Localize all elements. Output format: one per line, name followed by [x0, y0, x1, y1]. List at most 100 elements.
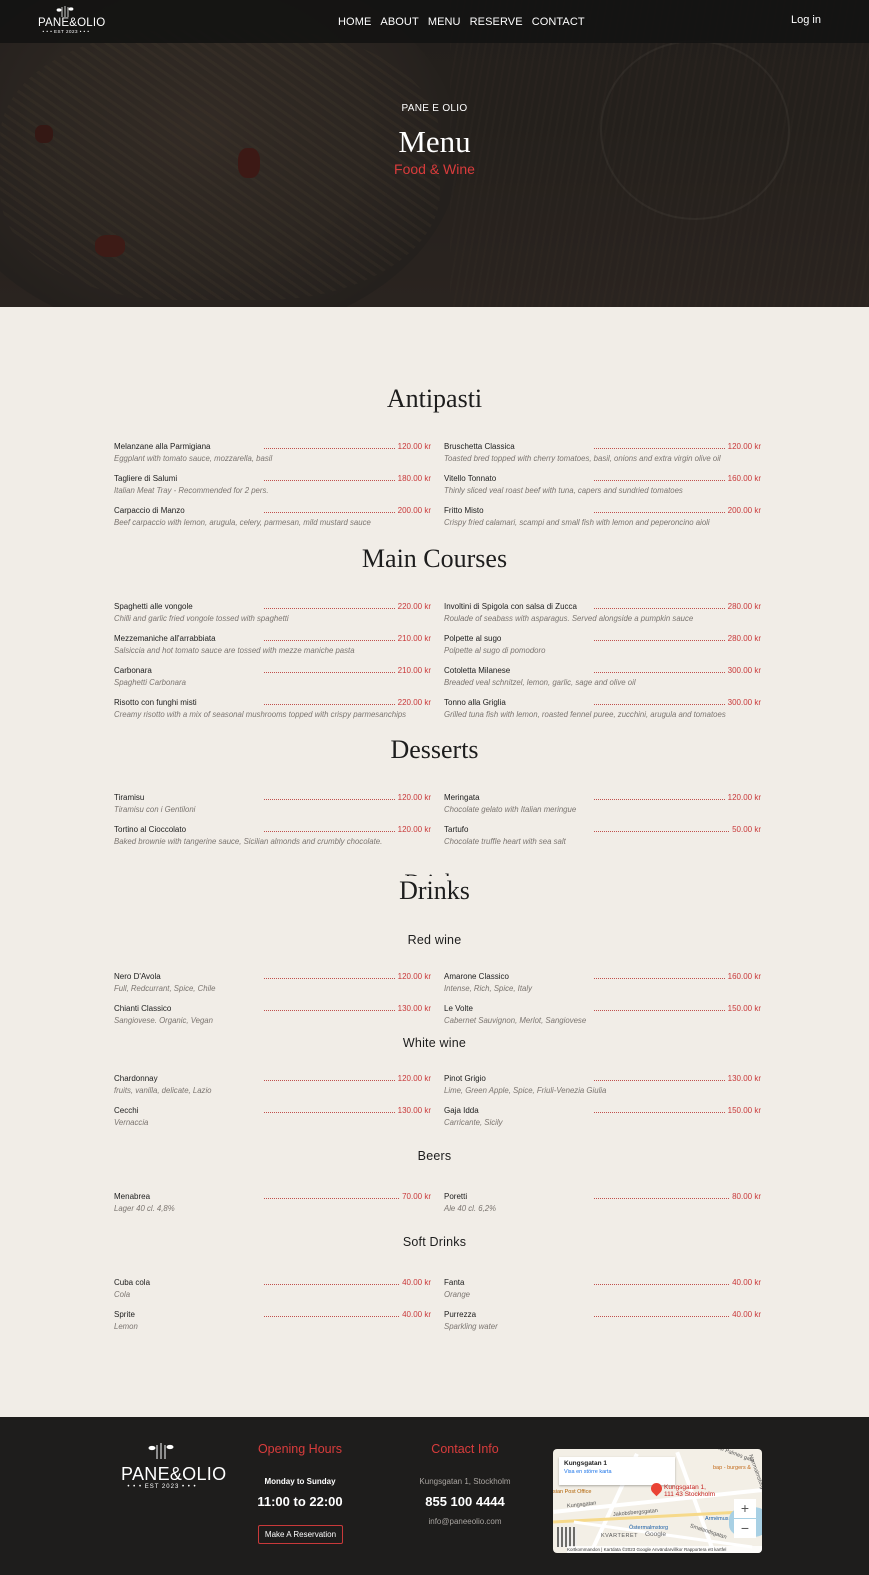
hero-eyebrow: PANE E OLIO: [401, 103, 468, 114]
menu-item-leader: [264, 1284, 399, 1285]
view-larger-map-link[interactable]: Visa en större karta: [564, 1469, 670, 1475]
menu-item: Fritto Misto 200.00 kr Crispy fried calama…: [444, 503, 761, 533]
menu-item-description: Orange: [444, 1290, 471, 1299]
menu-item-name: Poretti: [444, 1192, 468, 1201]
menu-item-leader: [264, 448, 395, 449]
menu-item-description: Crispy fried calamari, scampi and small …: [444, 518, 710, 527]
location-map[interactable]: Olof Palmes gata bap - burgers & sian Po…: [553, 1449, 762, 1553]
footer-logo[interactable]: PANE&OLIO • • • EST 2023 • • •: [121, 1441, 226, 1490]
menu-item-description: Lemon: [114, 1322, 138, 1331]
menu-item-name: Nero D'Avola: [114, 972, 161, 981]
page-title: Menu: [398, 124, 471, 159]
menu-item-description: Beef carpaccio with lemon, arugula, cele…: [114, 518, 371, 527]
menu-item-price: 120.00 kr: [397, 442, 431, 451]
menu-item-name: Tagliere di Salumi: [114, 474, 178, 483]
menu-item-name: Carpaccio di Manzo: [114, 506, 185, 515]
menu-item-description: Vernaccia: [114, 1118, 149, 1127]
menu-item: Cecchi 130.00 kr Vernaccia: [114, 1103, 431, 1133]
menu-item-price: 200.00 kr: [397, 506, 431, 515]
menu-item-price: 120.00 kr: [397, 793, 431, 802]
menu-item-name: Purrezza: [444, 1310, 477, 1319]
menu-item-leader: [264, 1316, 399, 1317]
menu-item-price: 120.00 kr: [397, 972, 431, 981]
contact-email[interactable]: info@paneeolio.com: [405, 1517, 525, 1526]
menu-item: Tartufo 50.00 kr Chocolate truffle heart w…: [444, 822, 761, 852]
menu-item: Tortino al Cioccolato 120.00 kr Baked brow…: [114, 822, 431, 852]
hero-banner: PANE E OLIO Menu Food & Wine: [0, 0, 869, 307]
map-attribution[interactable]: Kortkommandon | Kartdata ©2023 Google An…: [567, 1546, 762, 1553]
top-navbar: PANE&OLIO • • • EST 2023 • • • HOME ABOU…: [0, 0, 869, 43]
menu-item-leader: [594, 831, 729, 832]
qr-code-icon: [557, 1527, 577, 1547]
menu-item-leader: [264, 672, 395, 673]
map-zoom-out-button[interactable]: −: [734, 1519, 756, 1538]
menu-item-description: Breaded veal schnitzel, lemon, garlic, s…: [444, 678, 636, 687]
menu-item-description: Grilled tuna fish with lemon, roasted fe…: [444, 710, 726, 719]
menu-item-description: Spaghetti Carbonara: [114, 678, 186, 687]
menu-item-name: Chianti Classico: [114, 1004, 172, 1013]
menu-item-name: Tonno alla Griglia: [444, 698, 506, 707]
menu-item-description: fruits, vanilla, delicate, Lazio: [114, 1086, 212, 1095]
login-link[interactable]: Log in: [791, 14, 821, 26]
footer-brand-est: • • • EST 2023 • • •: [127, 1484, 197, 1490]
menu-item: Spaghetti alle vongole 220.00 kr Chilli an…: [114, 599, 431, 629]
menu-item: Gaja Idda 150.00 kr Carricante, Sicily: [444, 1103, 761, 1133]
menu-item-description: Chilli and garlic fried vongole tossed w…: [114, 614, 289, 623]
menu-item-leader: [264, 831, 395, 832]
menu-item: Melanzane alla Parmigiana 120.00 kr Eggpla…: [114, 439, 431, 469]
menu-item-price: 50.00 kr: [732, 825, 761, 834]
menu-item-leader: [594, 608, 725, 609]
section-title-antipasti: Antipasti: [386, 384, 483, 413]
menu-item-name: Meringata: [444, 793, 480, 802]
subsection-title-red-wine: Red wine: [407, 933, 462, 947]
menu-item: Pinot Grigio 130.00 kr Lime, Green Apple, …: [444, 1071, 761, 1101]
menu-item-price: 130.00 kr: [397, 1106, 431, 1115]
contact-phone[interactable]: 855 100 4444: [405, 1494, 525, 1509]
menu-item-name: Menabrea: [114, 1192, 151, 1201]
subsection-title-white-wine: White wine: [402, 1036, 467, 1050]
opening-time: 11:00 to 22:00: [257, 1494, 343, 1509]
menu-item-leader: [264, 1080, 395, 1081]
menu-item-leader: [264, 480, 395, 481]
menu-item: Mezzemaniche all'arrabbiata 210.00 kr Sals…: [114, 631, 431, 661]
menu-item-leader: [264, 640, 395, 641]
menu-item: Tiramisu 120.00 kr Tiramisu con i Gentilon…: [114, 790, 431, 820]
menu-item-price: 210.00 kr: [397, 634, 431, 643]
menu-item-leader: [264, 1010, 395, 1011]
menu-item-price: 150.00 kr: [727, 1004, 761, 1013]
menu-item-name: Bruschetta Classica: [444, 442, 515, 451]
brand-logo[interactable]: PANE&OLIO • • • EST 2023 • • •: [38, 5, 105, 37]
nav-home[interactable]: HOME: [338, 16, 371, 28]
menu-item-description: Salsiccia and hot tomato sauce are tosse…: [114, 646, 355, 655]
menu-item-name: Vitello Tonnato: [444, 474, 497, 483]
menu-item: Risotto con funghi misti 220.00 kr Creamy …: [114, 695, 431, 725]
nav-reserve[interactable]: RESERVE: [470, 16, 523, 28]
menu-item-leader: [594, 1112, 725, 1113]
nav-about[interactable]: ABOUT: [380, 16, 418, 28]
make-reservation-button[interactable]: Make A Reservation: [258, 1525, 343, 1544]
nav-contact[interactable]: CONTACT: [532, 16, 585, 28]
menu-item-leader: [594, 480, 725, 481]
menu-item-name: Carbonara: [114, 666, 152, 675]
menu-item-leader: [594, 1010, 725, 1011]
menu-item-description: Baked brownie with tangerine sauce, Sici…: [114, 837, 383, 846]
ghost-heading: Drinks: [0, 869, 869, 876]
map-zoom-in-button[interactable]: +: [734, 1499, 756, 1518]
menu-item: Amarone Classico 160.00 kr Intense, Rich, …: [444, 969, 761, 999]
menu-item-price: 200.00 kr: [727, 506, 761, 515]
menu-item-price: 280.00 kr: [727, 602, 761, 611]
menu-item-description: Carricante, Sicily: [444, 1118, 503, 1127]
menu-item-price: 120.00 kr: [727, 442, 761, 451]
nav-menu[interactable]: MENU: [428, 16, 461, 28]
menu-item-description: Sangiovese. Organic, Vegan: [114, 1016, 213, 1025]
menu-item-name: Cecchi: [114, 1106, 139, 1115]
menu-item-description: Roulade of seabass with asparagus. Serve…: [444, 614, 694, 623]
menu-item-price: 40.00 kr: [402, 1310, 431, 1319]
menu-item: Chardonnay 120.00 kr fruits, vanilla, deli…: [114, 1071, 431, 1101]
menu-item-price: 210.00 kr: [397, 666, 431, 675]
menu-item-price: 120.00 kr: [727, 793, 761, 802]
menu-item-leader: [594, 448, 725, 449]
opening-days: Monday to Sunday: [264, 1477, 336, 1486]
menu-item-description: Sparkling water: [444, 1322, 498, 1331]
menu-item-description: Lager 40 cl. 4,8%: [114, 1204, 175, 1213]
